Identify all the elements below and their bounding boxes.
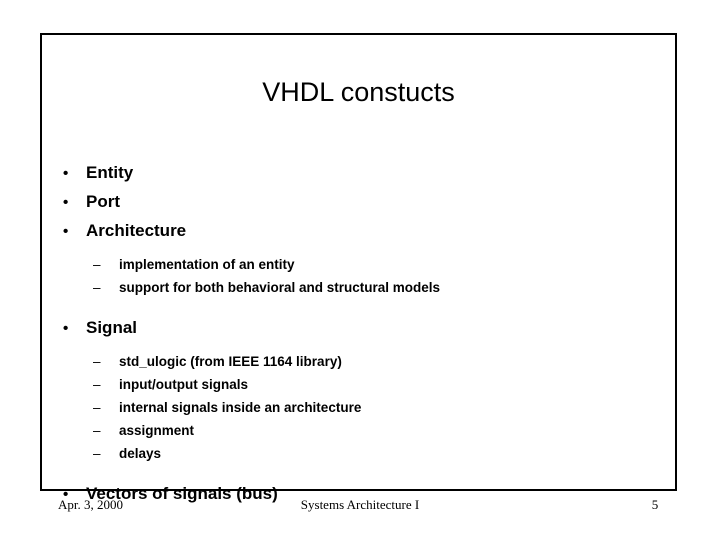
- bullet-item: • Architecture: [58, 216, 658, 245]
- bullet-label: Port: [86, 192, 120, 211]
- outline-spacer: [58, 465, 658, 479]
- bullet-label: internal signals inside an architecture: [119, 400, 362, 415]
- bullet-label: input/output signals: [119, 377, 248, 392]
- sub-bullet-item: – support for both behavioral and structu…: [58, 276, 658, 299]
- bullet-dot-icon: •: [63, 194, 69, 211]
- bullet-dash-icon: –: [93, 354, 101, 369]
- bullet-label: delays: [119, 446, 162, 461]
- bullet-item: • Port: [58, 187, 658, 216]
- sub-bullet-item: – implementation of an entity: [58, 253, 658, 276]
- bullet-label: implementation of an entity: [119, 257, 295, 272]
- bullet-dot-icon: •: [63, 165, 69, 182]
- bullet-dash-icon: –: [93, 423, 101, 438]
- bullet-dash-icon: –: [93, 400, 101, 415]
- bullet-dash-icon: –: [93, 257, 101, 272]
- sub-bullet-item: – std_ulogic (from IEEE 1164 library): [58, 350, 658, 373]
- bullet-label: Architecture: [86, 221, 187, 240]
- slide-body-outline: • Entity • Port • Architecture – implementation…: [58, 158, 658, 508]
- bullet-label: assignment: [119, 423, 195, 438]
- sub-bullet-item: – internal signals inside an architecture: [58, 396, 658, 419]
- bullet-label: std_ulogic (from IEEE 1164 library): [119, 354, 342, 369]
- bullet-dot-icon: •: [63, 320, 69, 337]
- sub-bullet-item: – input/output signals: [58, 373, 658, 396]
- footer-course-title: Systems Architecture I: [300, 497, 420, 512]
- slide-footer: Apr. 3, 2000 Systems Architecture I 5: [0, 496, 720, 518]
- bullet-dot-icon: •: [63, 223, 69, 240]
- bullet-dash-icon: –: [93, 280, 101, 295]
- bullet-dash-icon: –: [93, 377, 101, 392]
- bullet-label: support for both behavioral and structur…: [119, 280, 441, 295]
- sub-bullet-item: – assignment: [58, 419, 658, 442]
- outline-spacer: [58, 342, 658, 350]
- bullet-dash-icon: –: [93, 446, 101, 461]
- outline-spacer: [58, 299, 658, 313]
- footer-page-number: 5: [651, 497, 659, 512]
- bullet-label: Signal: [86, 318, 138, 337]
- page-title: VHDL constucts: [262, 77, 455, 107]
- bullet-item: • Signal: [58, 313, 658, 342]
- bullet-label: Entity: [86, 163, 134, 182]
- outline-spacer: [58, 245, 658, 253]
- slide: VHDL constucts • Entity • Port • Architecture…: [0, 0, 720, 540]
- bullet-item: • Entity: [58, 158, 658, 187]
- sub-bullet-item: – delays: [58, 442, 658, 465]
